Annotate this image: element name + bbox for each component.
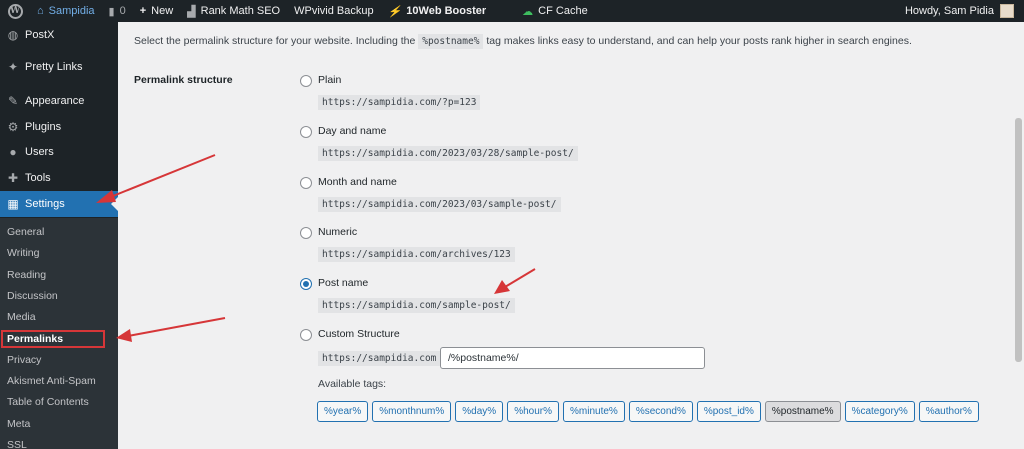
appearance-icon: ✎: [7, 94, 19, 108]
available-tags-label: Available tags:: [318, 378, 387, 390]
sidebar-item-plugins[interactable]: ⚙ Plugins: [0, 114, 118, 140]
available-tags: %year% %monthnum% %day% %hour% %minute% …: [317, 401, 979, 422]
submenu-item-meta[interactable]: Meta: [0, 413, 118, 434]
10web-booster-link[interactable]: ⚡ 10Web Booster: [381, 0, 494, 22]
submenu-item-akismet[interactable]: Akismet Anti-Spam: [0, 370, 118, 391]
tag-button-post-id[interactable]: %post_id%: [696, 401, 761, 422]
tag-button-second[interactable]: %second%: [628, 401, 693, 422]
submenu-item-table-of-contents[interactable]: Table of Contents: [0, 391, 118, 412]
permalink-structure-label: Permalink structure: [134, 74, 233, 86]
user-account-menu[interactable]: Howdy, Sam Pidia: [898, 0, 1024, 22]
radio-post-name[interactable]: [300, 278, 312, 290]
cloud-icon: ☁: [522, 5, 534, 18]
main-content: Select the permalink structure for your …: [118, 22, 1024, 449]
comments-link[interactable]: ▮ 0: [102, 0, 133, 22]
booster-bolt-icon: ⚡: [387, 5, 402, 18]
pretty-links-icon: ✦: [7, 60, 19, 74]
submenu-item-media[interactable]: Media: [0, 306, 118, 327]
plugins-icon: ⚙: [7, 120, 19, 134]
tag-button-year[interactable]: %year%: [317, 401, 369, 422]
submenu-item-ssl[interactable]: SSL: [0, 434, 118, 449]
submenu-item-general[interactable]: General: [0, 221, 118, 242]
page-scrollbar[interactable]: [1014, 22, 1024, 449]
tag-button-hour[interactable]: %hour%: [507, 401, 559, 422]
tag-button-category[interactable]: %category%: [844, 401, 915, 422]
tag-button-postname[interactable]: %postname%: [764, 401, 841, 422]
admin-sidebar: ◍ PostX ✦ Pretty Links ✎ Appearance ⚙ Plugin…: [0, 22, 118, 449]
new-content-link[interactable]: + New: [133, 0, 180, 22]
sidebar-item-settings[interactable]: ▦ Settings: [0, 191, 118, 217]
postname-code: %postname%: [418, 34, 484, 49]
users-icon: ●: [9, 145, 17, 159]
admin-bar: W ⌂ Sampidia ▮ 0 + New ▟ Rank Math SEO WPviv…: [0, 0, 1024, 22]
sidebar-item-tools[interactable]: ✚ Tools: [0, 165, 118, 191]
tag-button-day[interactable]: %day%: [455, 401, 504, 422]
submenu-item-permalinks[interactable]: Permalinks: [0, 328, 118, 349]
custom-structure-prefix: https://sampidia.com: [318, 351, 441, 366]
scrollbar-thumb[interactable]: [1015, 118, 1022, 362]
custom-structure-input[interactable]: [440, 347, 705, 369]
submenu-item-privacy[interactable]: Privacy: [0, 349, 118, 370]
tag-button-minute[interactable]: %minute%: [563, 401, 625, 422]
site-name-link[interactable]: ⌂ Sampidia: [30, 0, 102, 22]
submenu-item-writing[interactable]: Writing: [0, 242, 118, 263]
radio-day-and-name[interactable]: [300, 126, 312, 138]
settings-icon: ▦: [7, 197, 19, 211]
wpvivid-link[interactable]: WPvivid Backup: [287, 0, 380, 22]
home-icon: ⌂: [37, 5, 44, 17]
plus-icon: +: [139, 5, 147, 17]
sidebar-item-postx[interactable]: ◍ PostX: [0, 22, 118, 48]
settings-submenu: General Writing Reading Discussion Media…: [0, 218, 118, 449]
sidebar-item-pretty-links[interactable]: ✦ Pretty Links: [0, 54, 118, 80]
radio-numeric[interactable]: [300, 227, 312, 239]
comment-bubble-icon: ▮: [108, 5, 115, 18]
avatar: [1000, 4, 1014, 18]
sidebar-item-users[interactable]: ● Users: [0, 139, 118, 165]
wordpress-logo-icon[interactable]: W: [0, 0, 30, 22]
radio-custom-structure[interactable]: [300, 329, 312, 341]
rank-math-icon: ▟: [187, 5, 196, 18]
submenu-item-reading[interactable]: Reading: [0, 264, 118, 285]
cf-cache-link[interactable]: ☁ CF Cache: [515, 0, 595, 22]
rank-math-link[interactable]: ▟ Rank Math SEO: [180, 0, 287, 22]
permalink-description: Select the permalink structure for your …: [134, 34, 912, 49]
tag-button-monthnum[interactable]: %monthnum%: [372, 401, 452, 422]
postx-icon: ◍: [7, 28, 19, 42]
submenu-item-discussion[interactable]: Discussion: [0, 285, 118, 306]
radio-plain[interactable]: [300, 75, 312, 87]
tools-icon: ✚: [7, 171, 19, 185]
tag-button-author[interactable]: %author%: [918, 401, 979, 422]
radio-month-and-name[interactable]: [300, 177, 312, 189]
sidebar-item-appearance[interactable]: ✎ Appearance: [0, 88, 118, 114]
